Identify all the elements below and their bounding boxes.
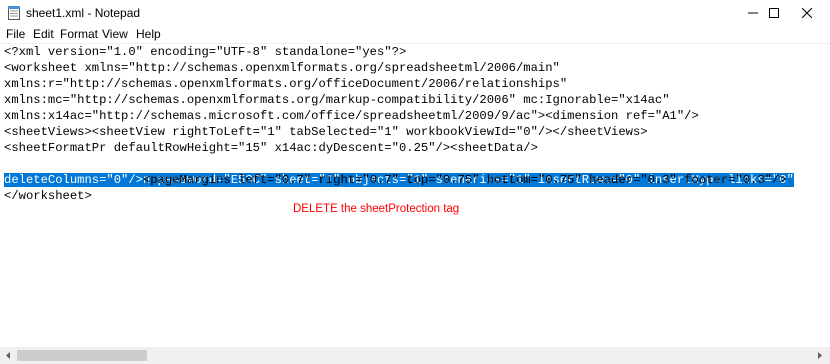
menu-file[interactable]: File	[6, 27, 25, 41]
scroll-right-icon[interactable]	[815, 350, 825, 361]
annotation-text: DELETE the sheetProtection tag	[293, 203, 460, 215]
menu-edit[interactable]: Edit	[33, 27, 54, 41]
menu-help[interactable]: Help	[136, 27, 161, 41]
selected-line-continued: deleteColumns="0"/><pageMargins left="0.…	[4, 172, 787, 188]
text-line: xmlns:x14ac="http://schemas.microsoft.co…	[4, 109, 699, 123]
close-button[interactable]	[784, 0, 830, 26]
title-bar: sheet1.xml - Notepad	[0, 0, 830, 26]
window-title: sheet1.xml - Notepad	[26, 6, 141, 20]
menu-bar: File Edit Format View Help	[0, 26, 830, 44]
scrollbar-thumb[interactable]	[17, 350, 147, 361]
horizontal-scrollbar[interactable]	[0, 347, 830, 364]
text-line: <?xml version="1.0" encoding="UTF-8" sta…	[4, 45, 407, 59]
text-after-selection: <pageMargins left="0.7" right="0.7" top=…	[142, 173, 787, 187]
text-line: <sheetFormatPr defaultRowHeight="15" x14…	[4, 141, 538, 155]
selected-line: <sheetProtection password="E53C" sheet="…	[4, 156, 794, 187]
selected-text: deleteColumns="0"/>	[4, 173, 143, 187]
menu-format[interactable]: Format	[60, 27, 98, 41]
text-line: xmlns:r="http://schemas.openxmlformats.o…	[4, 77, 568, 91]
maximize-icon	[769, 8, 779, 18]
scroll-left-icon[interactable]	[3, 350, 13, 361]
text-editor[interactable]: <?xml version="1.0" encoding="UTF-8" sta…	[0, 44, 830, 347]
text-line: xmlns:mc="http://schemas.openxmlformats.…	[4, 93, 670, 107]
text-line: </worksheet>	[4, 189, 92, 203]
text-line: <sheetViews><sheetView rightToLeft="1" t…	[4, 125, 648, 139]
text-line: <worksheet xmlns="http://schemas.openxml…	[4, 61, 560, 75]
close-icon	[802, 8, 812, 18]
menu-view[interactable]: View	[102, 27, 128, 41]
notepad-icon	[8, 6, 20, 20]
